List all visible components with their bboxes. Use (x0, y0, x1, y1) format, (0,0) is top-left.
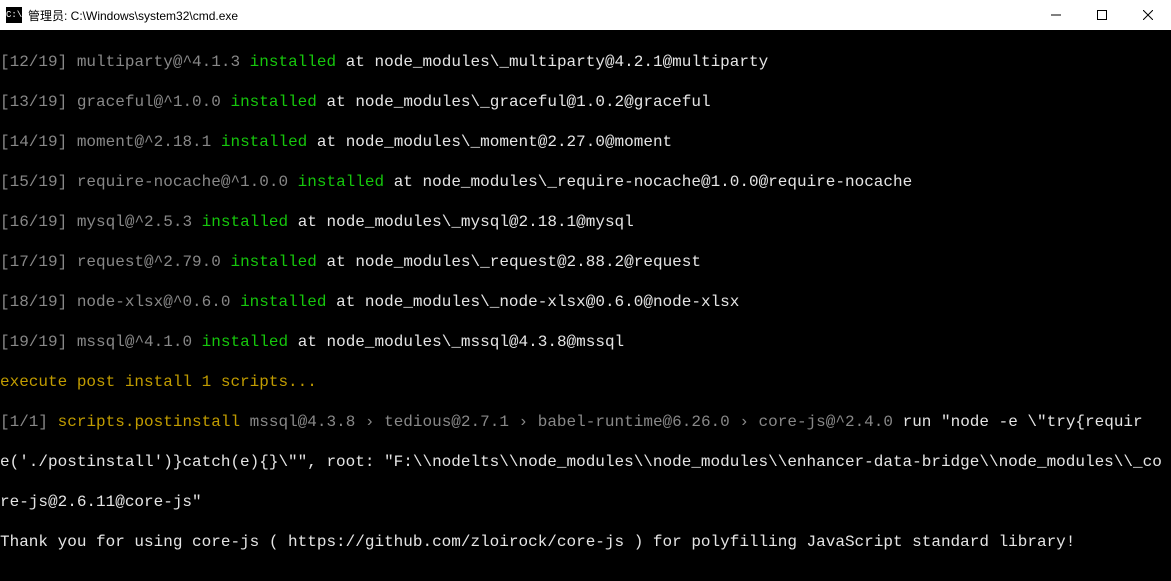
maximize-icon (1097, 10, 1107, 20)
install-line: [15/19] require-nocache@^1.0.0 installed… (0, 172, 1171, 192)
window-controls (1033, 0, 1171, 30)
postinstall-run-line: e('./postinstall')}catch(e){}\"", root: … (0, 452, 1171, 472)
install-line: [12/19] multiparty@^4.1.3 installed at n… (0, 52, 1171, 72)
minimize-icon (1051, 10, 1061, 20)
window-title: 管理员: C:\Windows\system32\cmd.exe (28, 7, 238, 24)
blank-line (0, 572, 1171, 581)
close-icon (1143, 10, 1153, 20)
close-button[interactable] (1125, 0, 1171, 30)
cmd-icon: C:\ (6, 7, 22, 23)
window-titlebar: C:\ 管理员: C:\Windows\system32\cmd.exe (0, 0, 1171, 30)
maximize-button[interactable] (1079, 0, 1125, 30)
install-line: [19/19] mssql@^4.1.0 installed at node_m… (0, 332, 1171, 352)
install-line: [16/19] mysql@^2.5.3 installed at node_m… (0, 212, 1171, 232)
install-line: [14/19] moment@^2.18.1 installed at node… (0, 132, 1171, 152)
postinstall-run-line: [1/1] scripts.postinstall mssql@4.3.8 › … (0, 412, 1171, 432)
minimize-button[interactable] (1033, 0, 1079, 30)
install-line: [17/19] request@^2.79.0 installed at nod… (0, 252, 1171, 272)
titlebar-left: C:\ 管理员: C:\Windows\system32\cmd.exe (6, 7, 238, 24)
install-line: [18/19] node-xlsx@^0.6.0 installed at no… (0, 292, 1171, 312)
postinstall-run-line: re-js@2.6.11@core-js" (0, 492, 1171, 512)
post-scripts-line: execute post install 1 scripts... (0, 372, 1171, 392)
corejs-thanks: Thank you for using core-js ( https://gi… (0, 532, 1171, 552)
install-line: [13/19] graceful@^1.0.0 installed at nod… (0, 92, 1171, 112)
terminal-output[interactable]: [12/19] multiparty@^4.1.3 installed at n… (0, 30, 1171, 581)
